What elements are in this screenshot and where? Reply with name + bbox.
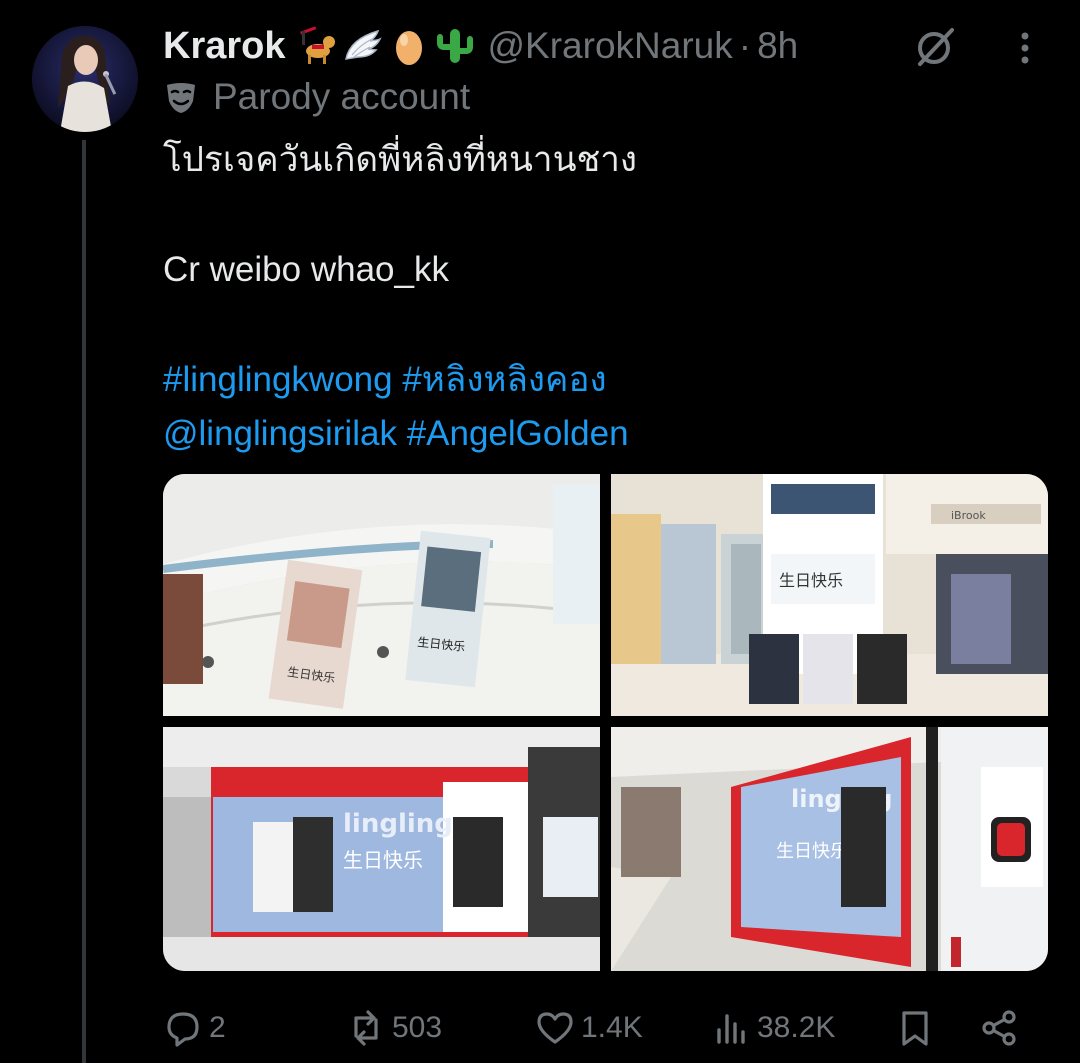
share-icon <box>982 1010 1016 1046</box>
mural-text-lingling: lingling <box>343 809 453 839</box>
guide-dog-icon <box>299 26 335 64</box>
avatar[interactable] <box>32 26 138 132</box>
photo-mall-atrium-banners[interactable]: 生日快乐 生日快乐 <box>163 474 600 716</box>
thread-line <box>82 140 86 1063</box>
bookmark-icon <box>902 1011 928 1046</box>
reply-count: 2 <box>209 1011 226 1044</box>
mention-linglingsirilak[interactable]: @linglingsirilak <box>163 414 397 453</box>
photo-store-wall-mural-front[interactable]: lingling 生日快乐 <box>163 727 600 971</box>
wing-icon <box>344 29 382 60</box>
hashtag-thai[interactable]: #หลิงหลิงคอง <box>402 360 606 399</box>
like-button[interactable]: 1.4K <box>535 1000 643 1056</box>
display-name[interactable]: Krarok <box>163 25 286 68</box>
views-count: 38.2K <box>757 1011 836 1044</box>
pillar-text: 生日快乐 <box>779 571 843 590</box>
reply-icon <box>167 1012 199 1047</box>
photo-store-wall-mural-side[interactable]: lingling 生日快乐 <box>611 727 1048 971</box>
store-sign-text: iBrook <box>951 509 986 522</box>
mural-text-birthday: 生日快乐 <box>343 848 423 872</box>
post-time[interactable]: 8h <box>757 25 798 67</box>
parody-text: Parody account <box>213 76 471 117</box>
cactus-icon <box>436 29 473 63</box>
photo-grid: 生日快乐 生日快乐 生日快乐 iBrook lingling 生日快乐 生日快乐 <box>163 474 1048 971</box>
photo-mall-corridor-standees[interactable]: 生日快乐 iBrook <box>611 474 1048 716</box>
mask-icon <box>167 83 195 113</box>
views-chart-icon <box>717 1014 745 1044</box>
hashtag-linglingkwong[interactable]: #linglingkwong <box>163 360 393 399</box>
grok-icon[interactable] <box>910 26 960 70</box>
action-bar: 2 503 1.4K 38.2K <box>163 1000 1043 1056</box>
heart-icon <box>537 1012 573 1044</box>
post-tags-line-2: @linglingsirilak #AngelGolden <box>163 412 629 456</box>
share-button[interactable] <box>979 1000 1025 1056</box>
user-handle[interactable]: @KrarokNaruk <box>488 25 733 67</box>
egg-icon <box>395 31 422 65</box>
post-text-line-2: Cr weibo whao_kk <box>163 250 449 289</box>
repost-button[interactable]: 503 <box>346 1000 442 1056</box>
parody-label: Parody account <box>163 74 470 120</box>
post-tags-line-1: #linglingkwong #หลิงหลิงคอง <box>163 358 607 402</box>
reply-button[interactable]: 2 <box>163 1000 226 1056</box>
views-button[interactable]: 38.2K <box>711 1000 835 1056</box>
name-emojis <box>296 25 476 67</box>
repost-icon <box>354 1010 378 1046</box>
hashtag-angelgolden[interactable]: #AngelGolden <box>407 414 629 453</box>
post-text-line-1: โปรเจควันเกิดพี่หลิงที่หนานชาง <box>163 140 637 179</box>
more-options-icon[interactable] <box>1010 28 1040 68</box>
mural-side-text-birthday: 生日快乐 <box>776 841 848 862</box>
bookmark-button[interactable] <box>895 1000 941 1056</box>
separator-dot: · <box>738 25 752 66</box>
repost-count: 503 <box>392 1011 443 1044</box>
like-count: 1.4K <box>581 1011 643 1044</box>
